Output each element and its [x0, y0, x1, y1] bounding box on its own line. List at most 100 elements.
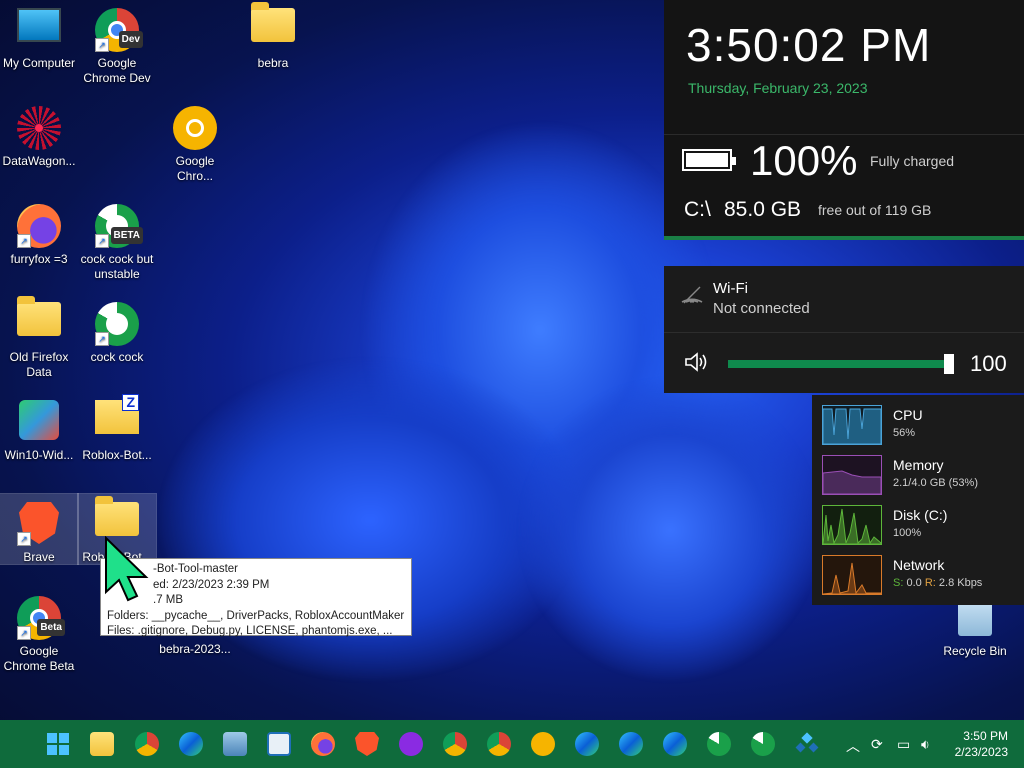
wifi-panel[interactable]: Wi-Fi Not connected	[664, 266, 1024, 333]
disk-graph	[822, 505, 882, 545]
clock-date: Thursday, February 23, 2023	[688, 80, 868, 96]
shortcut-arrow-icon: ↗	[95, 38, 109, 52]
perf-item-memory[interactable]: Memory 2.1/4.0 GB (53%)	[822, 451, 1022, 501]
desktop-icon-brave[interactable]: ↗ Brave	[0, 493, 79, 565]
clock-panel: 3:50:02 PM Thursday, February 23, 2023 1…	[664, 0, 1024, 240]
network-icon[interactable]: ▭	[897, 736, 910, 753]
tooltip-modified: ed: 2/23/2023 2:39 PM	[153, 578, 270, 591]
disk-total: free out of 119 GB	[818, 202, 932, 218]
desktop-icon-label: furryfox =3	[10, 252, 68, 266]
firefox-taskbar-icon[interactable]	[311, 732, 335, 756]
datawagon-icon	[17, 106, 61, 150]
volume-slider-thumb[interactable]	[944, 354, 954, 374]
speaker-icon[interactable]	[684, 351, 710, 379]
desktop-icon-label: Brave	[23, 550, 55, 564]
app-taskbar-icon[interactable]	[795, 732, 819, 756]
disk-drive: C:\	[684, 198, 711, 221]
brave-icon: ↗	[17, 502, 61, 546]
tooltip-size: .7 MB	[153, 594, 184, 606]
file-explorer-icon[interactable]	[90, 732, 114, 756]
tor-taskbar-icon[interactable]	[399, 732, 423, 756]
chrome-dev-icon: Dev ↗	[95, 8, 143, 52]
desktop-icon-chrome-beta[interactable]: Beta ↗ Google Chrome Beta	[0, 588, 78, 674]
desktop-icon-label: cock cock but unstable	[80, 252, 154, 281]
chrome-canary-taskbar-icon[interactable]	[531, 732, 555, 756]
desktop-icon-roblox-bot-zip[interactable]: Z Roblox-Bot...	[78, 392, 156, 463]
chrome-taskbar-icon[interactable]	[135, 732, 159, 756]
edge-canary-taskbar-icon[interactable]	[575, 732, 599, 756]
desktop-icon-old-firefox-data[interactable]: Old Firefox Data	[0, 294, 78, 380]
chevron-up-icon[interactable]: ︿	[846, 736, 860, 756]
desktop-icon-bebra[interactable]: bebra	[234, 0, 312, 71]
wifi-title: Wi-Fi	[713, 280, 748, 297]
edge-dev-taskbar-icon[interactable]	[663, 732, 687, 756]
receive-label: R:	[924, 577, 936, 589]
desktop-icon-label: Google Chrome Beta	[3, 644, 75, 673]
volume-slider[interactable]	[728, 360, 954, 368]
battery-row: 100% Fully charged	[664, 134, 1024, 189]
desktop-icon-chrome-canary[interactable]: Google Chro...	[156, 98, 234, 184]
volume-icon[interactable]: 🔉︎	[921, 736, 930, 753]
volume-panel: 100	[664, 333, 1024, 393]
beta-tag: BETA	[110, 227, 143, 244]
perf-name: Network	[893, 557, 945, 573]
tooltip-name: -Bot-Tool-master	[153, 563, 238, 575]
desktop-icon-label: bebra	[257, 56, 289, 70]
desktop-icon-datawagon[interactable]: DataWagon...	[0, 98, 78, 169]
edge-beta-taskbar-icon[interactable]	[619, 732, 643, 756]
battery-icon	[682, 149, 736, 171]
chrome-dev-taskbar-icon[interactable]	[487, 732, 511, 756]
beta-tag: Beta	[37, 619, 65, 636]
desktop-icon-label: bebra-2023...	[159, 642, 231, 656]
desktop-icon-chrome-dev[interactable]: Dev ↗ Google Chrome Dev	[78, 0, 156, 86]
chrome-beta-taskbar-icon[interactable]	[443, 732, 467, 756]
desktop-icon-label: Google Chro...	[175, 154, 215, 183]
desktop-icon-coccoc[interactable]: ↗ cock cock	[78, 294, 156, 365]
photos-taskbar-icon[interactable]	[223, 732, 247, 756]
monitor-icon	[17, 8, 61, 52]
notepad-taskbar-icon[interactable]	[267, 732, 291, 756]
coccoc-beta-taskbar-icon[interactable]	[707, 732, 731, 756]
desktop-icon-coccoc-beta[interactable]: BETA ↗ cock cock but unstable	[78, 196, 156, 282]
perf-item-disk[interactable]: Disk (C:) 100%	[822, 501, 1022, 551]
coccoc-taskbar-icon[interactable]	[751, 732, 775, 756]
cpu-graph	[822, 405, 882, 445]
taskbar-date: 2/23/2023	[954, 745, 1008, 759]
receive-value: 2.8 Kbps	[938, 577, 983, 589]
taskbar-clock[interactable]: 3:50 PM 2/23/2023	[955, 728, 1008, 760]
perf-item-cpu[interactable]: CPU 56%	[822, 401, 1022, 451]
shortcut-arrow-icon: ↗	[17, 234, 31, 248]
performance-panel: CPU 56% Memory 2.1/4.0 GB (53%) Disk (C:…	[812, 395, 1024, 605]
taskbar-time: 3:50 PM	[963, 729, 1008, 743]
desktop-icon-furryfox[interactable]: ↗ furryfox =3	[0, 196, 78, 267]
edge-taskbar-icon[interactable]	[179, 732, 203, 756]
desktop-icon-label: Recycle Bin	[943, 644, 1007, 658]
perf-name: Memory	[893, 457, 944, 473]
shortcut-arrow-icon: ↗	[95, 332, 109, 346]
send-value: 0.0	[906, 577, 922, 589]
setup-icon	[17, 400, 61, 444]
brave-taskbar-icon[interactable]	[355, 732, 379, 756]
volume-value: 100	[970, 351, 1007, 376]
perf-value: S: 0.0 R: 2.8 Kbps	[893, 577, 982, 589]
folder-icon	[17, 296, 61, 346]
desktop-icon-label: Google Chrome Dev	[83, 56, 151, 85]
perf-value: 100%	[893, 527, 922, 539]
perf-value: 56%	[893, 427, 916, 439]
desktop-icon-my-computer[interactable]: My Computer	[0, 0, 78, 71]
memory-graph	[822, 455, 882, 495]
disk-free: 85.0 GB	[724, 198, 802, 221]
sync-alert-icon[interactable]: ⟳	[871, 736, 883, 753]
clock-time: 3:50:02 PM	[686, 19, 932, 71]
firefox-icon: ↗	[17, 204, 61, 248]
tooltip-files: Files: .gitignore, Debug.py, LICENSE, ph…	[107, 625, 393, 637]
perf-name: Disk (C:)	[893, 507, 948, 523]
desktop-icon-label: Roblox-Bot...	[82, 448, 152, 462]
wifi-icon	[680, 284, 704, 310]
coccoc-beta-icon: BETA ↗	[95, 204, 143, 248]
desktop-icon-win10-widgets[interactable]: Win10-Wid...	[0, 392, 78, 463]
perf-item-network[interactable]: Network S: 0.0 R: 2.8 Kbps	[822, 551, 1022, 601]
mouse-cursor-icon	[105, 536, 149, 602]
start-button[interactable]	[46, 732, 70, 756]
folder-icon	[251, 2, 295, 52]
